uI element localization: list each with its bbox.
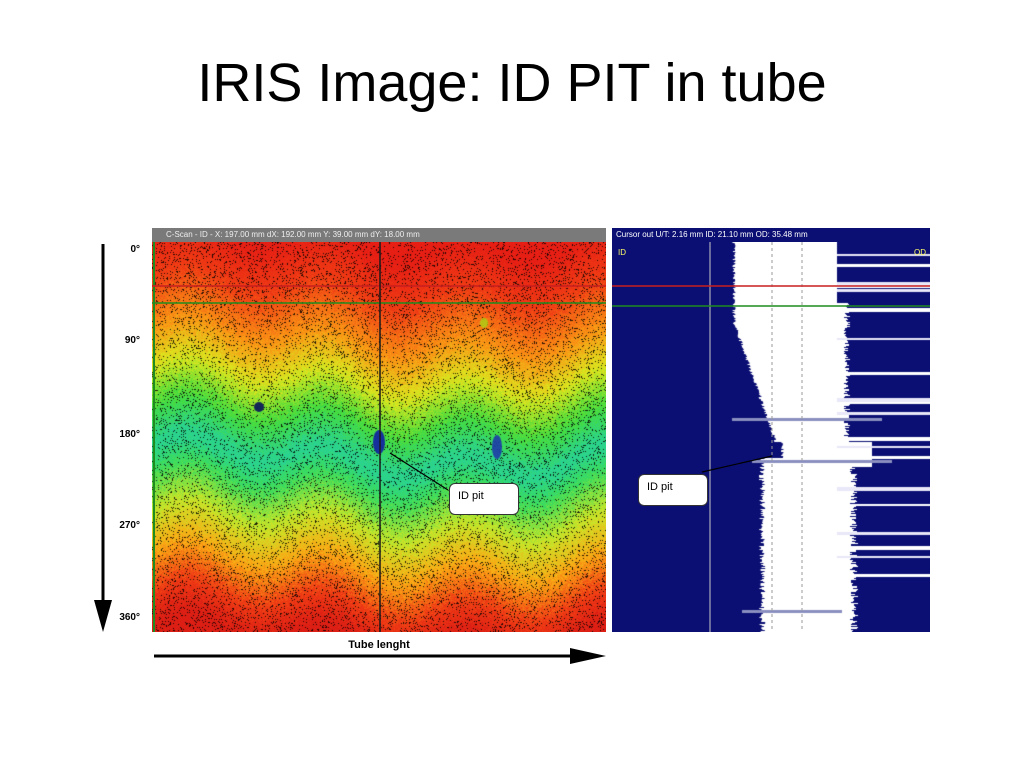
rotation-axis-arrow bbox=[94, 244, 112, 632]
angle-label-360: 360° bbox=[119, 612, 140, 623]
bscan-id-tag: ID bbox=[618, 248, 626, 257]
angle-label-270: 270° bbox=[119, 520, 140, 531]
bscan-overlay bbox=[612, 242, 930, 632]
cscan-callout-leader bbox=[389, 452, 449, 491]
rotation-axis: 0° 90° 180° 270° 360° bbox=[90, 240, 150, 640]
cscan-panel: C-Scan - ID - X: 197.00 mm dX: 192.00 mm… bbox=[152, 228, 606, 632]
cscan-overlay bbox=[152, 242, 606, 632]
bscan-callout-id-pit: ID pit bbox=[638, 474, 708, 506]
bscan-od-tag: OD bbox=[914, 248, 926, 257]
angle-label-0: 0° bbox=[130, 244, 140, 255]
bscan-callout-leader bbox=[701, 455, 773, 473]
cscan-callout-id-pit: ID pit bbox=[449, 483, 519, 515]
tube-length-label: Tube lenght bbox=[348, 639, 410, 651]
angle-label-90: 90° bbox=[124, 335, 140, 346]
bscan-panel: Cursor out U/T: 2.16 mm ID: 21.10 mm OD:… bbox=[612, 228, 930, 632]
slide-title: IRIS Image: ID PIT in tube bbox=[197, 53, 827, 113]
angle-label-180: 180° bbox=[119, 429, 140, 440]
